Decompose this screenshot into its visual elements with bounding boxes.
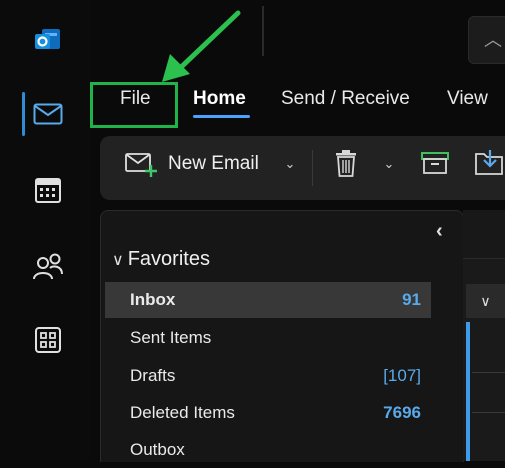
chevron-down-icon: ∨: [112, 251, 124, 269]
rail-active-indicator: [22, 92, 25, 136]
unread-count: 91: [402, 290, 421, 309]
favorites-label: Favorites: [127, 248, 210, 270]
people-icon[interactable]: [28, 246, 68, 286]
tab-home[interactable]: Home: [193, 88, 246, 110]
folder-label: Deleted Items: [130, 403, 235, 422]
unread-count: 7696: [383, 403, 421, 422]
draft-count: [107]: [383, 366, 421, 385]
tab-send-receive[interactable]: Send / Receive: [281, 88, 410, 110]
pointer-arrow-icon: [162, 10, 241, 82]
ribbon-separator: [312, 150, 313, 186]
calendar-icon[interactable]: [28, 170, 68, 210]
outlook-logo-icon[interactable]: [28, 20, 68, 60]
folder-sent-items[interactable]: Sent Items: [105, 320, 431, 356]
new-email-icon: [125, 153, 157, 177]
new-email-dropdown[interactable]: ⌄: [281, 150, 299, 178]
delete-dropdown[interactable]: ⌄: [380, 150, 398, 178]
folder-label: Sent Items: [130, 328, 212, 347]
folder-label: Drafts: [130, 366, 176, 385]
tab-view[interactable]: View: [447, 88, 488, 110]
folder-deleted-items[interactable]: Deleted Items 7696: [105, 395, 431, 431]
folder-label: Inbox: [130, 290, 176, 309]
active-tab-indicator: [193, 115, 250, 118]
folder-outbox[interactable]: Outbox: [105, 432, 431, 468]
mail-icon[interactable]: [28, 94, 68, 134]
folder-label: Outbox: [130, 440, 185, 459]
message-list-header: [463, 210, 505, 259]
folder-inbox[interactable]: Inbox 91: [105, 282, 431, 318]
chevron-down-icon: ∨: [480, 292, 491, 309]
delete-icon[interactable]: [332, 146, 360, 180]
selected-message-indicator: [466, 322, 470, 461]
app-rail: [0, 0, 90, 461]
apps-icon[interactable]: [28, 320, 68, 360]
archive-icon[interactable]: [419, 148, 451, 178]
chevron-up-icon[interactable]: ︿: [484, 26, 502, 52]
title-bar-divider: [262, 6, 264, 56]
file-tab-highlight-box: [90, 82, 178, 128]
new-email-label: New Email: [168, 153, 259, 174]
move-to-folder-icon[interactable]: [474, 146, 505, 178]
collapse-pane-icon[interactable]: ‹: [436, 220, 443, 243]
new-email-button[interactable]: New Email: [124, 146, 259, 182]
message-group-header[interactable]: ∨: [466, 284, 505, 318]
folder-drafts[interactable]: Drafts [107]: [105, 358, 431, 394]
favorites-header[interactable]: ∨ Favorites: [112, 248, 210, 271]
